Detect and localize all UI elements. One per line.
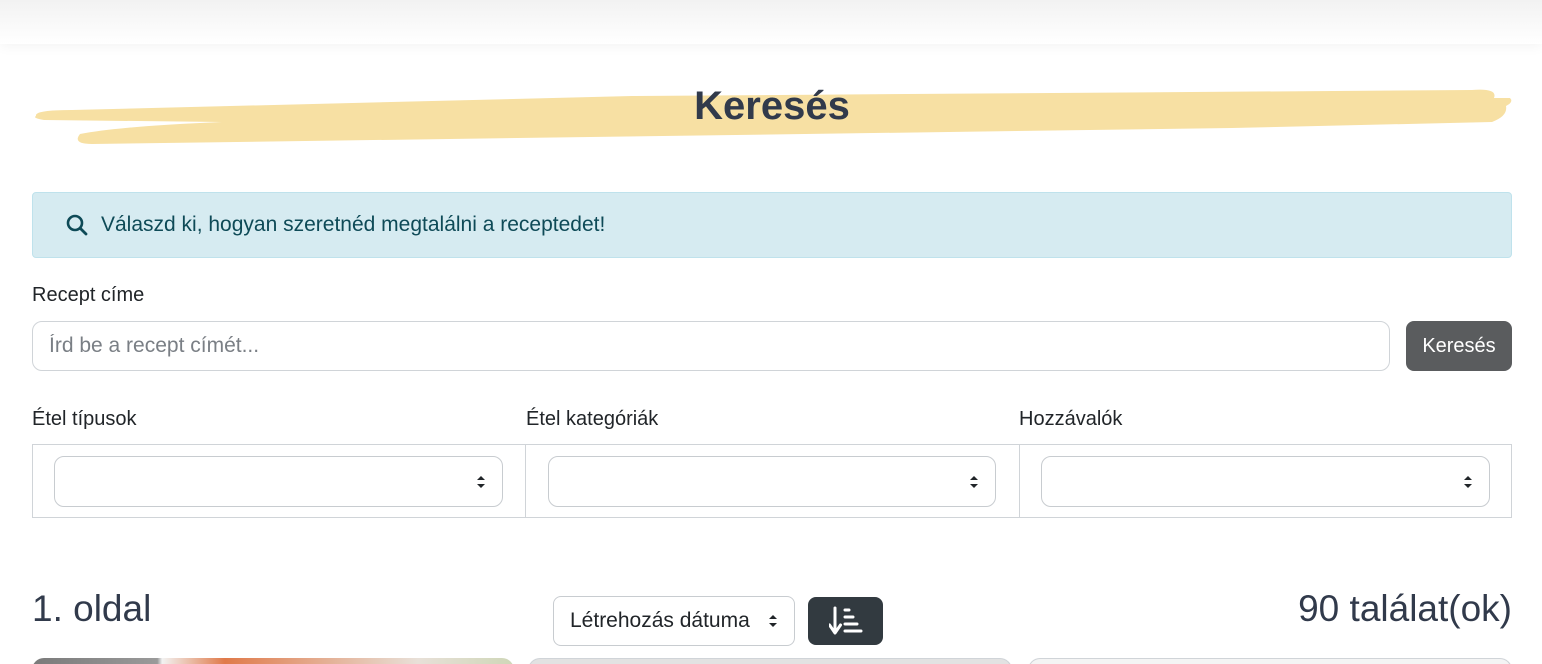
result-count: 90 találat(ok) — [1298, 588, 1512, 629]
alert-text: Válaszd ki, hogyan szeretnéd megtalálni … — [101, 213, 606, 236]
ingredients-filter — [1019, 444, 1512, 518]
recipe-card[interactable] — [32, 658, 514, 664]
sort-by-select[interactable]: Létrehozás dátuma — [553, 596, 795, 646]
recipe-card[interactable] — [528, 658, 1012, 664]
sort-descending-icon — [828, 606, 862, 635]
chevron-updown-icon — [769, 615, 777, 627]
chevron-updown-icon — [477, 476, 485, 488]
food-types-filter — [32, 444, 526, 518]
search-icon — [66, 214, 88, 236]
search-button[interactable]: Keresés — [1406, 321, 1512, 371]
ingredients-select[interactable] — [1041, 456, 1490, 507]
ingredients-label: Hozzávalók — [1019, 408, 1123, 430]
food-types-select[interactable] — [54, 456, 503, 507]
recipe-card[interactable] — [1028, 658, 1512, 664]
recipe-title-input[interactable] — [32, 321, 1390, 371]
recipe-title-label: Recept címe — [32, 284, 145, 306]
food-categories-filter — [525, 444, 1020, 518]
sort-order-button[interactable] — [808, 597, 883, 645]
page-title: Keresés — [694, 84, 850, 128]
chevron-updown-icon — [1464, 476, 1472, 488]
navbar-shadow — [0, 0, 1542, 44]
page-number: 1. oldal — [32, 588, 152, 629]
food-types-label: Étel típusok — [32, 408, 137, 430]
sort-by-value: Létrehozás dátuma — [570, 609, 750, 632]
chevron-updown-icon — [970, 476, 978, 488]
food-categories-label: Étel kategóriák — [526, 408, 659, 430]
info-alert: Válaszd ki, hogyan szeretnéd megtalálni … — [32, 192, 1512, 258]
food-categories-select[interactable] — [548, 456, 996, 507]
page-header: Keresés — [32, 80, 1512, 150]
